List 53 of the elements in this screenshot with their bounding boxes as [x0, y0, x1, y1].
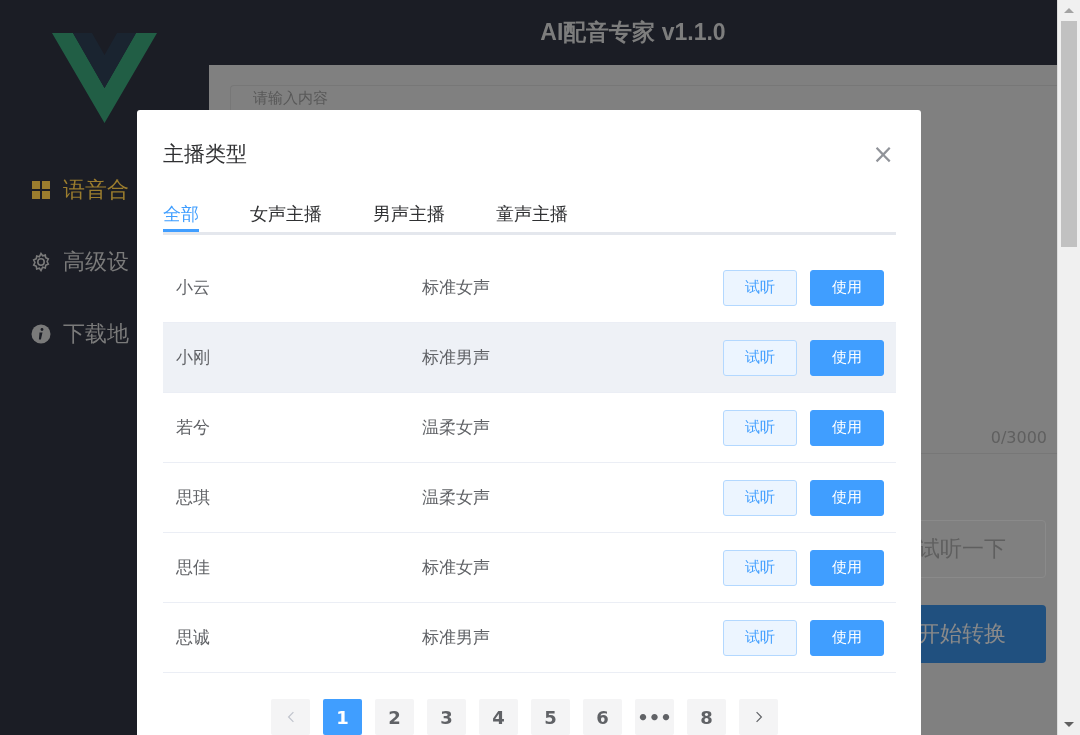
- use-button[interactable]: 使用: [810, 619, 884, 656]
- page-button[interactable]: 3: [427, 699, 466, 735]
- use-button[interactable]: 使用: [810, 479, 884, 516]
- page-button[interactable]: •••: [635, 699, 674, 735]
- grid-icon: [31, 180, 51, 200]
- use-button[interactable]: 使用: [810, 269, 884, 306]
- info-icon: [31, 324, 51, 344]
- voice-type: 标准男声: [422, 626, 490, 649]
- anchor-name: 小云: [176, 276, 211, 299]
- page-button[interactable]: 2: [375, 699, 414, 735]
- page-button[interactable]: 5: [531, 699, 570, 735]
- tab[interactable]: 男声主播: [373, 198, 445, 232]
- page-button[interactable]: 1: [323, 699, 362, 735]
- page-button[interactable]: 4: [479, 699, 518, 735]
- preview-button[interactable]: 试听: [723, 619, 797, 656]
- dialog-title: 主播类型: [163, 141, 247, 168]
- sidebar-item[interactable]: 语音合: [31, 173, 129, 207]
- voice-type: 温柔女声: [422, 486, 490, 509]
- scroll-up-icon[interactable]: [1064, 8, 1074, 13]
- preview-button[interactable]: 试听: [723, 339, 797, 376]
- sidebar-item[interactable]: 下载地: [31, 317, 129, 351]
- use-button[interactable]: 使用: [810, 409, 884, 446]
- close-button[interactable]: ×: [872, 141, 894, 167]
- tab[interactable]: 全部: [163, 198, 199, 232]
- chevron-left-icon: [286, 711, 295, 723]
- sidebar-item[interactable]: 高级设: [31, 245, 129, 279]
- scrollbar[interactable]: [1057, 0, 1080, 735]
- gear-icon: [31, 252, 51, 272]
- preview-button[interactable]: 试听: [723, 549, 797, 586]
- anchor-name: 思诚: [176, 626, 211, 649]
- v-logo-icon: [52, 33, 157, 123]
- chevron-right-icon: [754, 711, 763, 723]
- use-button[interactable]: 使用: [810, 549, 884, 586]
- anchor-name: 思佳: [176, 556, 211, 579]
- voice-type: 标准男声: [422, 346, 490, 369]
- anchor-name: 若兮: [176, 416, 211, 439]
- scroll-down-icon[interactable]: [1064, 722, 1074, 727]
- tab[interactable]: 童声主播: [496, 198, 568, 232]
- preview-button[interactable]: 试听: [723, 269, 797, 306]
- voice-type: 标准女声: [422, 556, 490, 579]
- tab[interactable]: 女声主播: [250, 198, 322, 232]
- page-button[interactable]: 6: [583, 699, 622, 735]
- use-button[interactable]: 使用: [810, 339, 884, 376]
- anchor-name: 思琪: [176, 486, 211, 509]
- scrollbar-thumb[interactable]: [1061, 21, 1077, 247]
- preview-button[interactable]: 试听: [723, 409, 797, 446]
- next-page-button[interactable]: [739, 699, 778, 735]
- app-title: AI配音专家 v1.1.0: [540, 18, 726, 47]
- page-button[interactable]: 8: [687, 699, 726, 735]
- preview-button[interactable]: 试听: [723, 479, 797, 516]
- voice-type: 标准女声: [422, 276, 490, 299]
- anchor-name: 小刚: [176, 346, 211, 369]
- voice-type: 温柔女声: [422, 416, 490, 439]
